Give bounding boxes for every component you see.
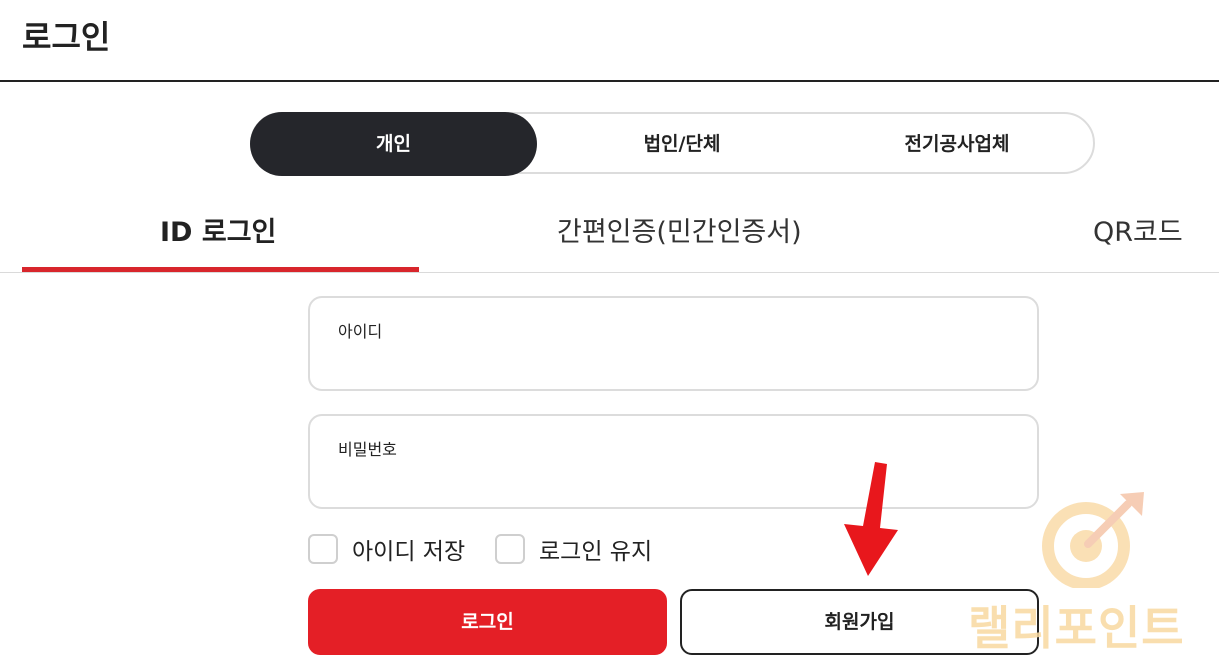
checkbox-box[interactable]	[495, 534, 525, 564]
member-type-personal[interactable]: 개인	[250, 112, 537, 176]
id-input[interactable]	[336, 346, 1010, 378]
login-method-tabs: ID 로그인 간편인증(민간인증서) QR코드	[0, 200, 1219, 274]
header-divider	[0, 80, 1219, 82]
id-field-label: 아이디	[338, 322, 383, 341]
member-type-selector: 개인 법인/단체 전기공사업체	[250, 112, 1095, 176]
tab-id-login[interactable]: ID 로그인	[160, 210, 276, 249]
member-type-electrical-contractor[interactable]: 전기공사업체	[822, 112, 1092, 176]
keep-login-label: 로그인 유지	[539, 539, 653, 565]
target-arrow-icon	[1042, 492, 1144, 588]
keep-login-checkbox[interactable]: 로그인 유지	[495, 532, 652, 566]
save-id-checkbox[interactable]: 아이디 저장	[308, 532, 465, 566]
arrow-down-icon	[844, 462, 898, 576]
member-type-corporate[interactable]: 법인/단체	[552, 112, 812, 176]
tabs-divider	[0, 272, 1219, 273]
password-field[interactable]: 비밀번호	[308, 414, 1039, 509]
save-id-label: 아이디 저장	[352, 539, 466, 565]
password-field-label: 비밀번호	[338, 440, 397, 459]
login-button[interactable]: 로그인	[308, 589, 667, 655]
watermark-text: 랠리포인트	[968, 601, 1185, 655]
id-field[interactable]: 아이디	[308, 296, 1039, 391]
tab-qr-code[interactable]: QR코드	[1093, 210, 1183, 249]
checkbox-box[interactable]	[308, 534, 338, 564]
tab-simple-auth[interactable]: 간편인증(민간인증서)	[557, 210, 802, 249]
page-title: 로그인	[22, 18, 111, 56]
